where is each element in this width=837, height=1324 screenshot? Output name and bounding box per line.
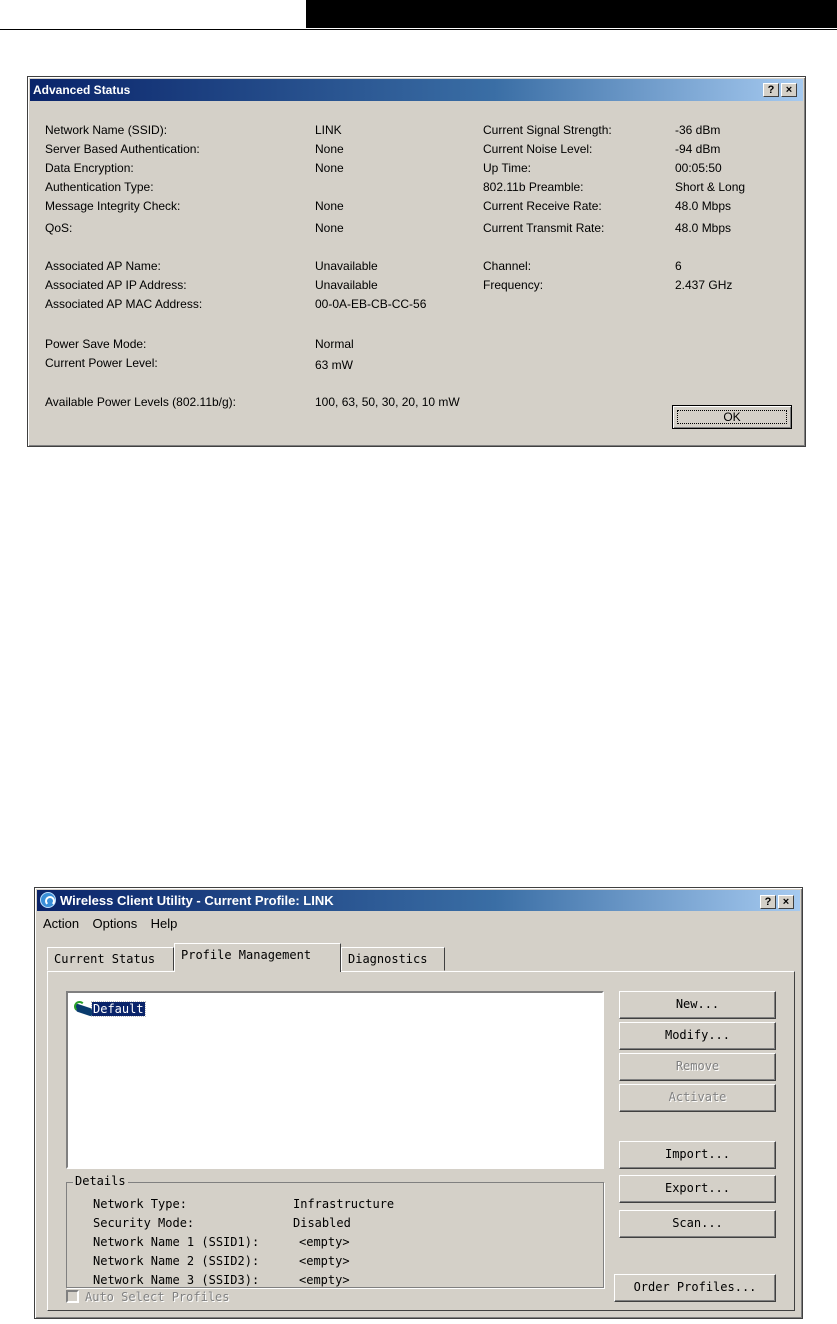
detail-value-ssid2: <empty> bbox=[299, 1254, 350, 1268]
value-transmit-rate: 48.0 Mbps bbox=[675, 221, 732, 235]
label-power-save: Power Save Mode: bbox=[45, 337, 147, 351]
value-network-name: LINK bbox=[315, 123, 342, 137]
wireless-profile-icon bbox=[74, 1001, 92, 1015]
menu-options[interactable]: Options bbox=[92, 916, 137, 931]
modify-button[interactable]: Modify... bbox=[619, 1022, 776, 1050]
detail-value-ssid3: <empty> bbox=[299, 1273, 350, 1287]
value-qos: None bbox=[315, 221, 344, 235]
detail-label-network-type: Network Type: bbox=[93, 1197, 187, 1211]
label-auth-type: Authentication Type: bbox=[45, 180, 154, 194]
label-qos: QoS: bbox=[45, 221, 73, 235]
detail-value-network-type: Infrastructure bbox=[293, 1197, 395, 1211]
value-preamble: Short & Long bbox=[675, 180, 746, 194]
value-mic: None bbox=[315, 199, 344, 213]
import-button[interactable]: Import... bbox=[619, 1141, 776, 1169]
auto-select-profiles[interactable]: Auto Select Profiles bbox=[66, 1290, 230, 1304]
menu-action[interactable]: Action bbox=[43, 916, 79, 931]
order-profiles-button[interactable]: Order Profiles... bbox=[614, 1274, 776, 1302]
menu-help[interactable]: Help bbox=[151, 916, 178, 931]
profile-item-default[interactable]: Default bbox=[74, 1001, 146, 1017]
detail-value-security-mode: Disabled bbox=[293, 1216, 351, 1230]
auto-select-checkbox[interactable] bbox=[66, 1290, 79, 1303]
value-ap-name: Unavailable bbox=[315, 259, 378, 273]
activate-button[interactable]: Activate bbox=[619, 1084, 776, 1112]
auto-select-label: Auto Select Profiles bbox=[85, 1290, 230, 1304]
export-button[interactable]: Export... bbox=[619, 1175, 776, 1203]
page-header-bar bbox=[306, 0, 837, 28]
help-button[interactable]: ? bbox=[763, 83, 779, 97]
close-button[interactable]: × bbox=[781, 83, 797, 97]
label-power-level: Current Power Level: bbox=[45, 356, 158, 370]
value-channel: 6 bbox=[675, 259, 682, 273]
advanced-status-dialog: Advanced Status ? × Network Name (SSID):… bbox=[27, 76, 806, 447]
detail-label-security-mode: Security Mode: bbox=[93, 1216, 195, 1230]
value-ap-mac: 00-0A-EB-CB-CC-56 bbox=[315, 297, 427, 311]
wcu-titlebar: Wireless Client Utility - Current Profil… bbox=[37, 890, 800, 911]
details-legend: Details bbox=[73, 1174, 128, 1188]
value-ap-ip: Unavailable bbox=[315, 278, 378, 292]
detail-label-ssid2: Network Name 2 (SSID2): bbox=[93, 1254, 260, 1268]
profile-management-panel: Default Details Network Type: Infrastruc… bbox=[47, 971, 795, 1311]
close-button[interactable]: × bbox=[778, 895, 794, 909]
value-up-time: 00:05:50 bbox=[675, 161, 722, 175]
value-power-save: Normal bbox=[315, 337, 354, 351]
label-data-encryption: Data Encryption: bbox=[45, 161, 134, 175]
label-channel: Channel: bbox=[483, 259, 532, 273]
value-noise-level: -94 dBm bbox=[675, 142, 721, 156]
label-preamble: 802.11b Preamble: bbox=[483, 180, 584, 194]
menu-bar: Action Options Help bbox=[43, 916, 187, 934]
profile-name: Default bbox=[91, 1001, 146, 1017]
details-group: Details Network Type: Infrastructure Sec… bbox=[66, 1174, 604, 1288]
label-ap-ip: Associated AP IP Address: bbox=[45, 278, 187, 292]
label-ap-name: Associated AP Name: bbox=[45, 259, 161, 273]
profile-list[interactable]: Default bbox=[66, 991, 604, 1169]
advanced-status-titlebar: Advanced Status ? × bbox=[30, 79, 803, 101]
wireless-app-icon bbox=[40, 892, 56, 908]
value-frequency: 2.437 GHz bbox=[675, 278, 733, 292]
label-power-levels: Available Power Levels (802.11b/g): bbox=[45, 395, 237, 409]
help-button[interactable]: ? bbox=[760, 895, 776, 909]
tab-current-status[interactable]: Current Status bbox=[47, 947, 174, 971]
label-network-name: Network Name (SSID): bbox=[45, 123, 168, 137]
advanced-status-title: Advanced Status bbox=[33, 83, 131, 97]
tab-profile-management[interactable]: Profile Management bbox=[174, 943, 341, 972]
label-signal-strength: Current Signal Strength: bbox=[483, 123, 612, 137]
tab-diagnostics[interactable]: Diagnostics bbox=[341, 947, 445, 971]
ok-button[interactable]: OK bbox=[672, 405, 792, 429]
label-up-time: Up Time: bbox=[483, 161, 532, 175]
value-power-level: 63 mW bbox=[315, 358, 354, 372]
value-data-encryption: None bbox=[315, 161, 344, 175]
label-receive-rate: Current Receive Rate: bbox=[483, 199, 602, 213]
wcu-title: Wireless Client Utility - Current Profil… bbox=[60, 893, 334, 908]
new-button[interactable]: New... bbox=[619, 991, 776, 1019]
detail-label-ssid3: Network Name 3 (SSID3): bbox=[93, 1273, 260, 1287]
remove-button[interactable]: Remove bbox=[619, 1053, 776, 1081]
label-ap-mac: Associated AP MAC Address: bbox=[45, 297, 203, 311]
scan-button[interactable]: Scan... bbox=[619, 1210, 776, 1238]
value-receive-rate: 48.0 Mbps bbox=[675, 199, 732, 213]
label-transmit-rate: Current Transmit Rate: bbox=[483, 221, 605, 235]
detail-value-ssid1: <empty> bbox=[299, 1235, 350, 1249]
label-mic: Message Integrity Check: bbox=[45, 199, 181, 213]
value-server-auth: None bbox=[315, 142, 344, 156]
label-server-auth: Server Based Authentication: bbox=[45, 142, 200, 156]
detail-label-ssid1: Network Name 1 (SSID1): bbox=[93, 1235, 260, 1249]
page-header-rule bbox=[0, 29, 837, 30]
wireless-client-utility-window: Wireless Client Utility - Current Profil… bbox=[34, 887, 803, 1319]
label-noise-level: Current Noise Level: bbox=[483, 142, 593, 156]
label-frequency: Frequency: bbox=[483, 278, 544, 292]
value-signal-strength: -36 dBm bbox=[675, 123, 721, 137]
value-power-levels: 100, 63, 50, 30, 20, 10 mW bbox=[315, 395, 460, 409]
